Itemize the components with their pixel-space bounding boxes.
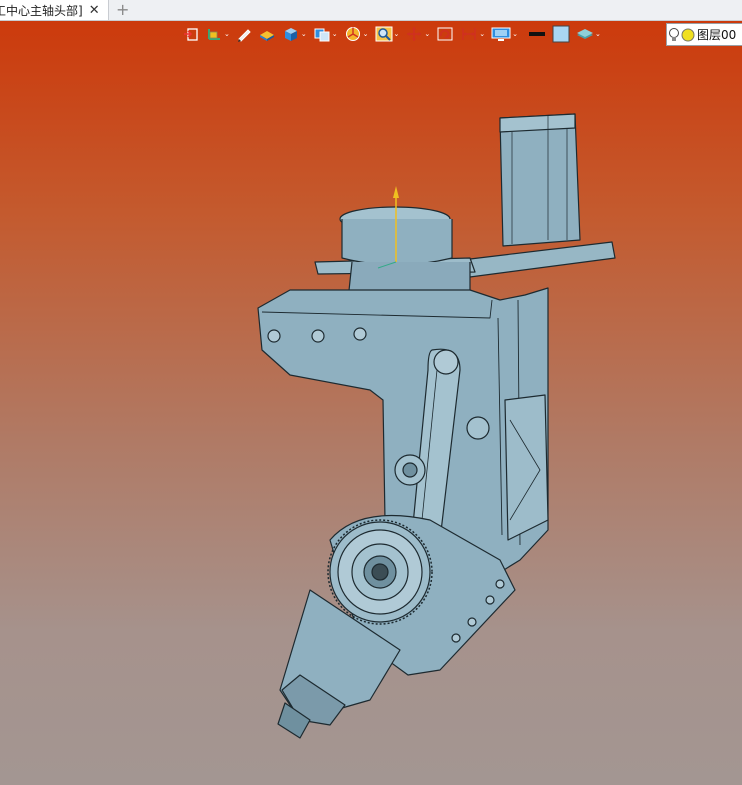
cad-model[interactable] [0, 21, 742, 785]
close-icon[interactable]: ✕ [89, 3, 100, 18]
add-tab-button[interactable]: + [116, 0, 129, 20]
tab-bar: 工中心主轴头部] ✕ + [0, 0, 742, 21]
document-tab[interactable]: 工中心主轴头部] ✕ [0, 0, 109, 20]
upper-pulley [433, 349, 459, 375]
tab-title: 工中心主轴头部] [0, 3, 83, 18]
cylinder-cap [341, 219, 453, 266]
